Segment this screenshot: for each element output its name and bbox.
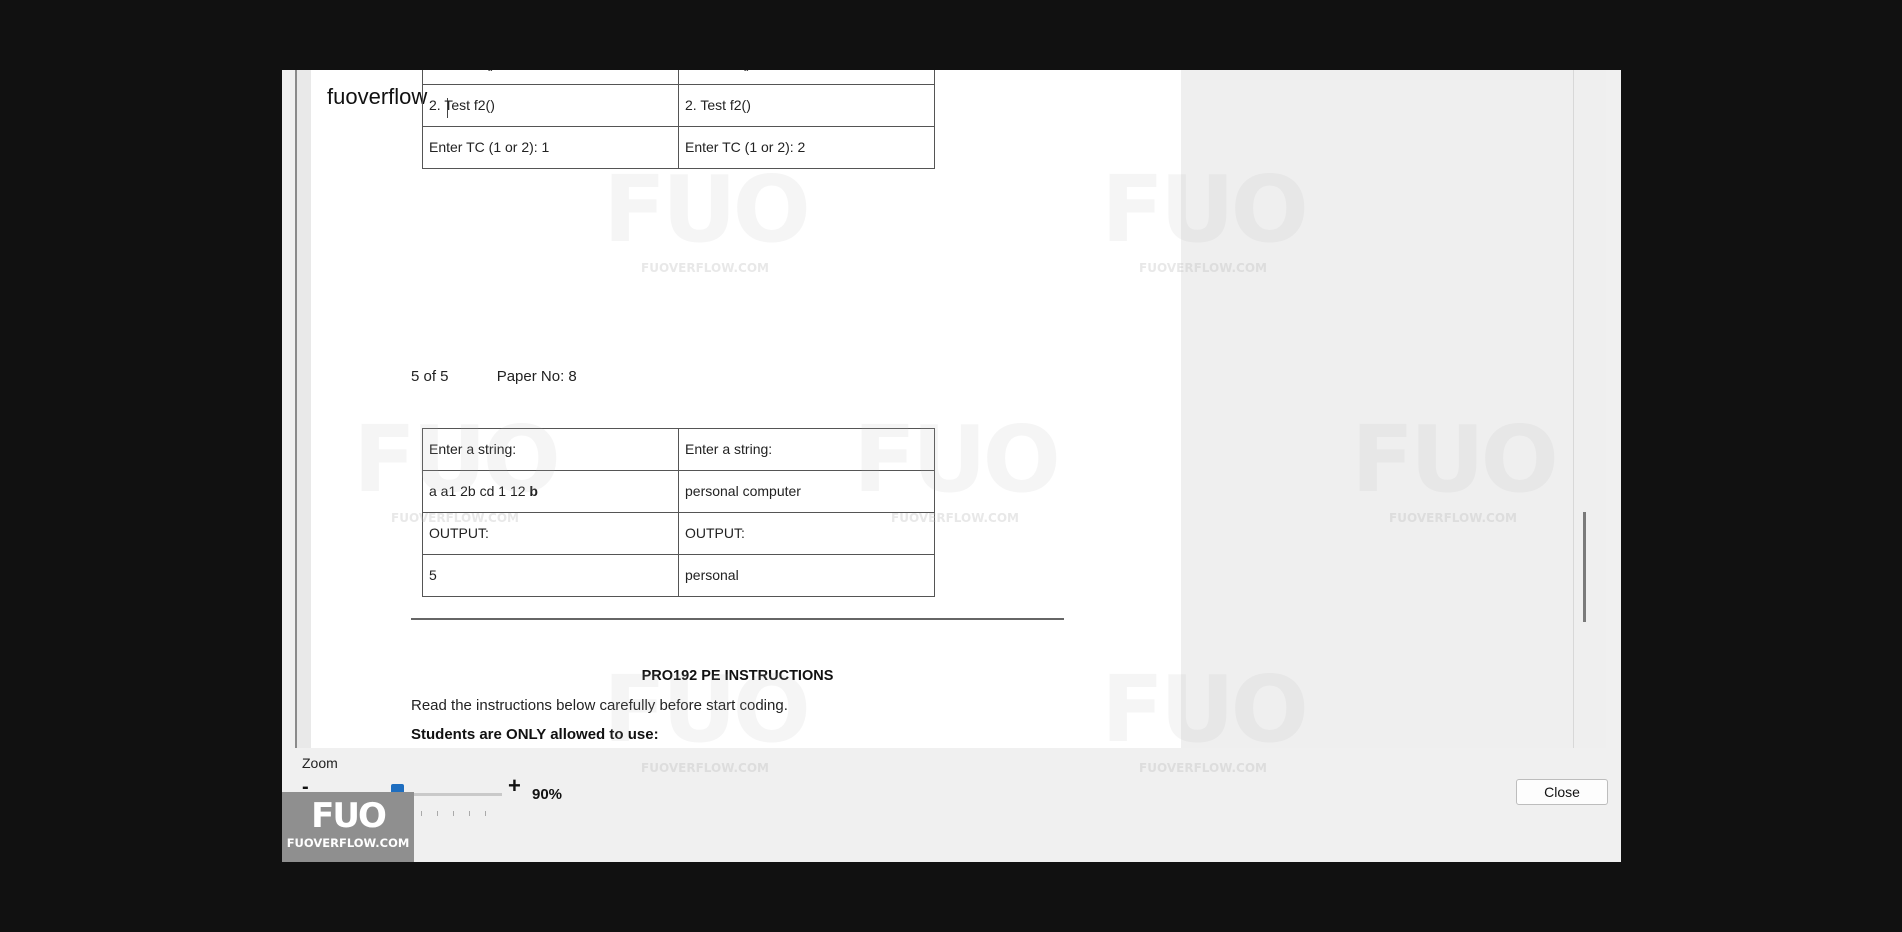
table-cell: personal xyxy=(678,554,935,597)
zoom-tick xyxy=(437,811,438,816)
table-row: 5 personal xyxy=(422,554,935,597)
zoom-tick xyxy=(421,811,422,816)
instructions-text: Read the instructions below carefully be… xyxy=(411,697,788,714)
source-label: fuoverflow xyxy=(325,84,430,110)
document-viewport[interactable]: fuoverflow 1. Test f1() 1. Test f1() 2. … xyxy=(295,70,1606,748)
table-cell: Enter TC (1 or 2): 2 xyxy=(678,126,935,169)
zoom-in-button[interactable]: + xyxy=(508,773,521,799)
logo-text: FUOVERFLOW.COM xyxy=(286,836,410,850)
zoom-tick xyxy=(453,811,454,816)
close-button[interactable]: Close xyxy=(1516,779,1608,805)
horizontal-divider xyxy=(411,618,1064,620)
table-row: 1. Test f1() 1. Test f1() xyxy=(422,70,935,85)
table-cell: 5 xyxy=(422,554,679,597)
vertical-scrollbar-thumb[interactable] xyxy=(1583,512,1586,622)
table-cell: personal computer xyxy=(678,470,935,513)
table-row: 2. Test f2() 2. Test f2() xyxy=(422,84,935,127)
table-cell: 2. Test f2() xyxy=(422,84,679,127)
table-cell: 1. Test f1() xyxy=(678,70,935,85)
table-cell: Enter TC (1 or 2): 1 xyxy=(422,126,679,169)
page-footer: 5 of 5 Paper No: 8 xyxy=(411,368,621,385)
test-menu-table: 1. Test f1() 1. Test f1() 2. Test f2() 2… xyxy=(422,70,935,169)
table-cell: Enter a string: xyxy=(678,428,935,471)
zoom-value: 90% xyxy=(532,786,563,803)
zoom-tick xyxy=(485,811,486,816)
table-row: OUTPUT: OUTPUT: xyxy=(422,512,935,555)
document-viewer-window: fuoverflow 1. Test f1() 1. Test f1() 2. … xyxy=(282,70,1621,862)
table-cell: OUTPUT: xyxy=(678,512,935,555)
table-cell: Enter a string: xyxy=(422,428,679,471)
table-cell: OUTPUT: xyxy=(422,512,679,555)
section-title: PRO192 PE INSTRUCTIONS xyxy=(641,668,834,684)
paper-number: Paper No: 8 xyxy=(496,368,577,385)
table-row: Enter a string: Enter a string: xyxy=(422,428,935,471)
zoom-label: Zoom xyxy=(302,755,338,771)
table-row: Enter TC (1 or 2): 1 Enter TC (1 or 2): … xyxy=(422,126,935,169)
logo-mark: FUO xyxy=(311,796,387,836)
fuo-logo: FUO FUOVERFLOW.COM xyxy=(282,792,414,862)
input-text: a a1 2b cd 1 12 xyxy=(429,483,530,499)
sample-io-table: Enter a string: Enter a string: a a1 2b … xyxy=(422,428,935,597)
table-cell: 1. Test f1() xyxy=(422,70,679,85)
instructions-bold-text: Students are ONLY allowed to use: xyxy=(411,726,659,743)
vertical-scrollbar[interactable] xyxy=(1573,70,1594,748)
zoom-tick xyxy=(469,811,470,816)
page-number: 5 of 5 xyxy=(411,368,449,385)
table-cell: 2. Test f2() xyxy=(678,84,935,127)
table-row: a a1 2b cd 1 12 b personal computer xyxy=(422,470,935,513)
document-page: fuoverflow 1. Test f1() 1. Test f1() 2. … xyxy=(297,70,1181,748)
table-cell: a a1 2b cd 1 12 b xyxy=(422,470,679,513)
input-char-bold: b xyxy=(529,483,538,499)
